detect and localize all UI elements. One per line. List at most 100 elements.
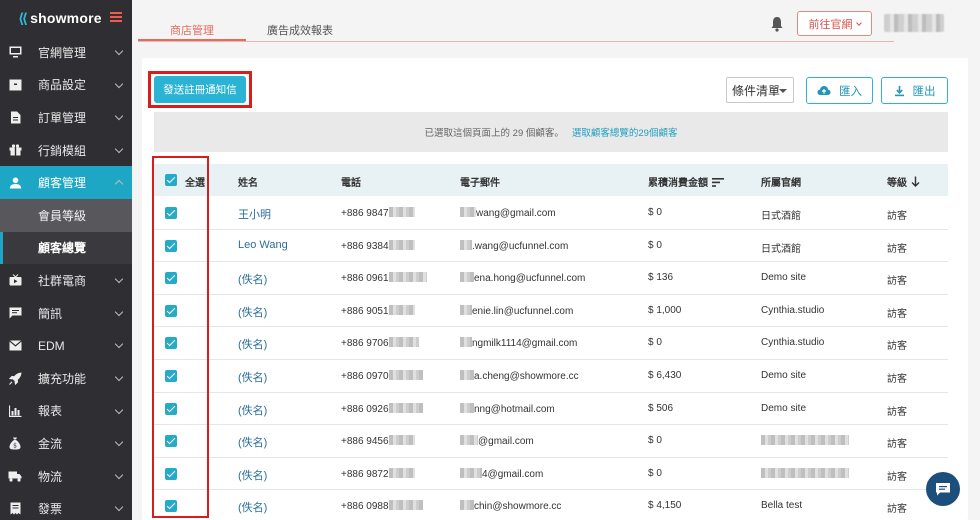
brand[interactable]: ⟪ showmore <box>0 0 132 36</box>
redacted-phone-mask <box>388 370 423 380</box>
chevron-down-icon <box>114 79 124 88</box>
tab-ad-report[interactable]: 廣告成效報表 <box>246 14 354 41</box>
column-header-total-spending[interactable]: 累積消費金額 <box>648 174 724 189</box>
export-label: 匯出 <box>912 85 936 98</box>
customer-name-link[interactable]: (佚名) <box>238 434 267 450</box>
customer-name-link[interactable]: (佚名) <box>238 304 267 320</box>
customer-phone-text: +886 9847 <box>341 208 389 219</box>
customer-level: 訪客 <box>887 374 907 385</box>
redacted-phone-mask <box>388 467 415 478</box>
chevron-down-icon <box>855 19 862 26</box>
chevron-down-icon <box>114 372 124 382</box>
sidebar-item-label: 發票 <box>38 502 63 517</box>
table-row[interactable]: (佚名) +886 0988 chin@showmore.cc $ 4,150 Bell… <box>154 490 948 520</box>
sidebar-item-12[interactable]: 發票 <box>0 492 132 520</box>
sidebar-subitem-1[interactable]: 顧客總覽 <box>0 231 132 265</box>
download-icon <box>894 85 904 96</box>
customer-phone-text: +886 0988 <box>341 501 389 513</box>
customer-email: enie.lin@ucfunnel.com <box>460 304 574 317</box>
customer-level: 訪客 <box>887 243 907 255</box>
customer-total-spending: $ 1,000 <box>648 304 682 316</box>
customer-name-link[interactable]: Leo Wang <box>238 239 288 251</box>
redacted-phone-mask <box>388 207 415 217</box>
chat-support-button[interactable] <box>926 472 960 506</box>
sidebar-item-4[interactable]: 顧客管理 <box>0 166 132 199</box>
chevron-up-icon <box>114 180 124 189</box>
sidebar-item-label: 顧客管理 <box>38 176 87 191</box>
customer-name-link[interactable]: (佚名) <box>238 467 267 483</box>
customer-name-link[interactable]: (佚名) <box>238 402 267 418</box>
customer-level: 訪客 <box>887 439 907 451</box>
dropdown-arrow-icon <box>779 89 787 93</box>
user-account-menu[interactable] <box>884 14 944 32</box>
box-icon <box>8 79 22 91</box>
table-row[interactable]: (佚名) +886 9872 4@gmail.com $ 0 訪客 <box>154 458 948 491</box>
export-button[interactable]: 匯出 <box>881 77 948 104</box>
monitor-icon <box>8 46 22 58</box>
column-header-level[interactable]: 等級 <box>887 174 920 189</box>
redacted-site-mask-bar <box>761 435 849 446</box>
truck-icon <box>8 470 22 482</box>
table-row[interactable]: (佚名) +886 0926 nng@hotmail.com $ 506 Demo si… <box>154 393 948 426</box>
sidebar-item-0[interactable]: 官網管理 <box>0 36 132 69</box>
customer-name-link[interactable]: (佚名) <box>238 369 267 385</box>
sidebar-item-7[interactable]: EDM <box>0 329 132 362</box>
table-row[interactable]: (佚名) +886 9456 @gmail.com $ 0 訪客 <box>154 425 948 458</box>
customer-level: 訪客 <box>887 406 907 418</box>
receipt-icon <box>8 502 22 515</box>
sidebar-item-3[interactable]: 行銷模組 <box>0 134 132 167</box>
customer-level: 訪客 <box>887 471 907 483</box>
customer-name-link[interactable]: 王小明 <box>238 206 271 222</box>
redacted-email-mask <box>460 304 472 315</box>
customer-phone-text: +886 9706 <box>341 338 389 350</box>
customer-total-spending: $ 0 <box>648 239 662 251</box>
go-to-site-button[interactable]: 前往官網 <box>797 11 872 36</box>
table-row[interactable]: (佚名) +886 0970 a.cheng@showmore.cc $ 6,430 D… <box>154 360 948 393</box>
redacted-phone-mask <box>388 500 423 511</box>
sidebar-item-11[interactable]: 物流 <box>0 460 132 493</box>
sidebar-item-6[interactable]: 簡訊 <box>0 297 132 330</box>
bell-icon[interactable] <box>770 16 784 32</box>
customer-list-card: 發送註冊通知信 條件清單 匯入 匯出 已選取這個頁面上的 29 個顧客。 選取顧… <box>142 58 968 520</box>
chevron-down-icon <box>114 274 124 284</box>
import-button[interactable]: 匯入 <box>806 77 873 104</box>
logo-icon: ⟪ <box>18 9 29 26</box>
chevron-down-icon <box>114 46 124 56</box>
table-row[interactable]: (佚名) +886 9706 ngmilk1114@gmail.com $ 0 Cynt… <box>154 327 948 360</box>
customer-name-link[interactable]: (佚名) <box>238 499 267 515</box>
sidebar-item-10[interactable]: $ 金流 <box>0 427 132 460</box>
customer-name-link[interactable]: (佚名) <box>238 271 267 287</box>
sidebar-item-label: 社群電商 <box>38 273 87 288</box>
column-header-total-spending-label: 累積消費金額 <box>648 178 708 189</box>
sidebar-item-label: 簡訊 <box>38 306 63 321</box>
chart-icon <box>8 405 22 417</box>
table-row[interactable]: 王小明 +886 9847 wang@gmail.com $ 0 日式酒館 訪客 <box>154 197 948 230</box>
arrow-down-icon <box>911 176 920 187</box>
sidebar-item-1[interactable]: 商品設定 <box>0 69 132 102</box>
customer-email-text: ena.hong@ucfunnel.com <box>474 273 586 285</box>
sidebar-item-9[interactable]: 報表 <box>0 395 132 428</box>
select-all-customers-link[interactable]: 選取顧客總覽的29個顧客 <box>572 125 678 139</box>
chevron-down-icon <box>114 503 124 512</box>
sidebar-subitem-0[interactable]: 會員等級 <box>0 198 132 232</box>
column-header-site: 所屬官網 <box>761 178 801 189</box>
redacted-email-mask <box>460 370 474 380</box>
redacted-email-mask <box>460 272 474 283</box>
table-row[interactable]: (佚名) +886 0961 ena.hong@ucfunnel.com $ 136 D… <box>154 262 948 295</box>
customer-email: @gmail.com <box>460 435 534 447</box>
table-row[interactable]: (佚名) +886 9051 enie.lin@ucfunnel.com $ 1,00… <box>154 295 948 328</box>
sidebar-item-label: 官網管理 <box>38 45 87 60</box>
customer-total-spending: $ 6,430 <box>648 370 682 381</box>
tab-store-management[interactable]: 商店管理 <box>138 14 246 41</box>
customer-name-link[interactable]: (佚名) <box>238 336 267 352</box>
sidebar-item-5[interactable]: 社群電商 <box>0 264 132 297</box>
cloud-upload-icon <box>817 86 831 95</box>
filter-list-select[interactable]: 條件清單 <box>726 77 794 103</box>
sidebar-item-2[interactable]: 訂單管理 <box>0 101 132 134</box>
table-row[interactable]: Leo Wang +886 9384 .wang@ucfunnel.com $ 0 日式… <box>154 230 948 263</box>
customer-phone-text: +886 0926 <box>341 403 389 415</box>
hamburger-menu-icon[interactable] <box>110 12 122 22</box>
customer-email-text: enie.lin@ucfunnel.com <box>472 305 574 317</box>
sidebar-item-8[interactable]: 擴充功能 <box>0 362 132 395</box>
customer-email-text: @gmail.com <box>478 436 534 448</box>
